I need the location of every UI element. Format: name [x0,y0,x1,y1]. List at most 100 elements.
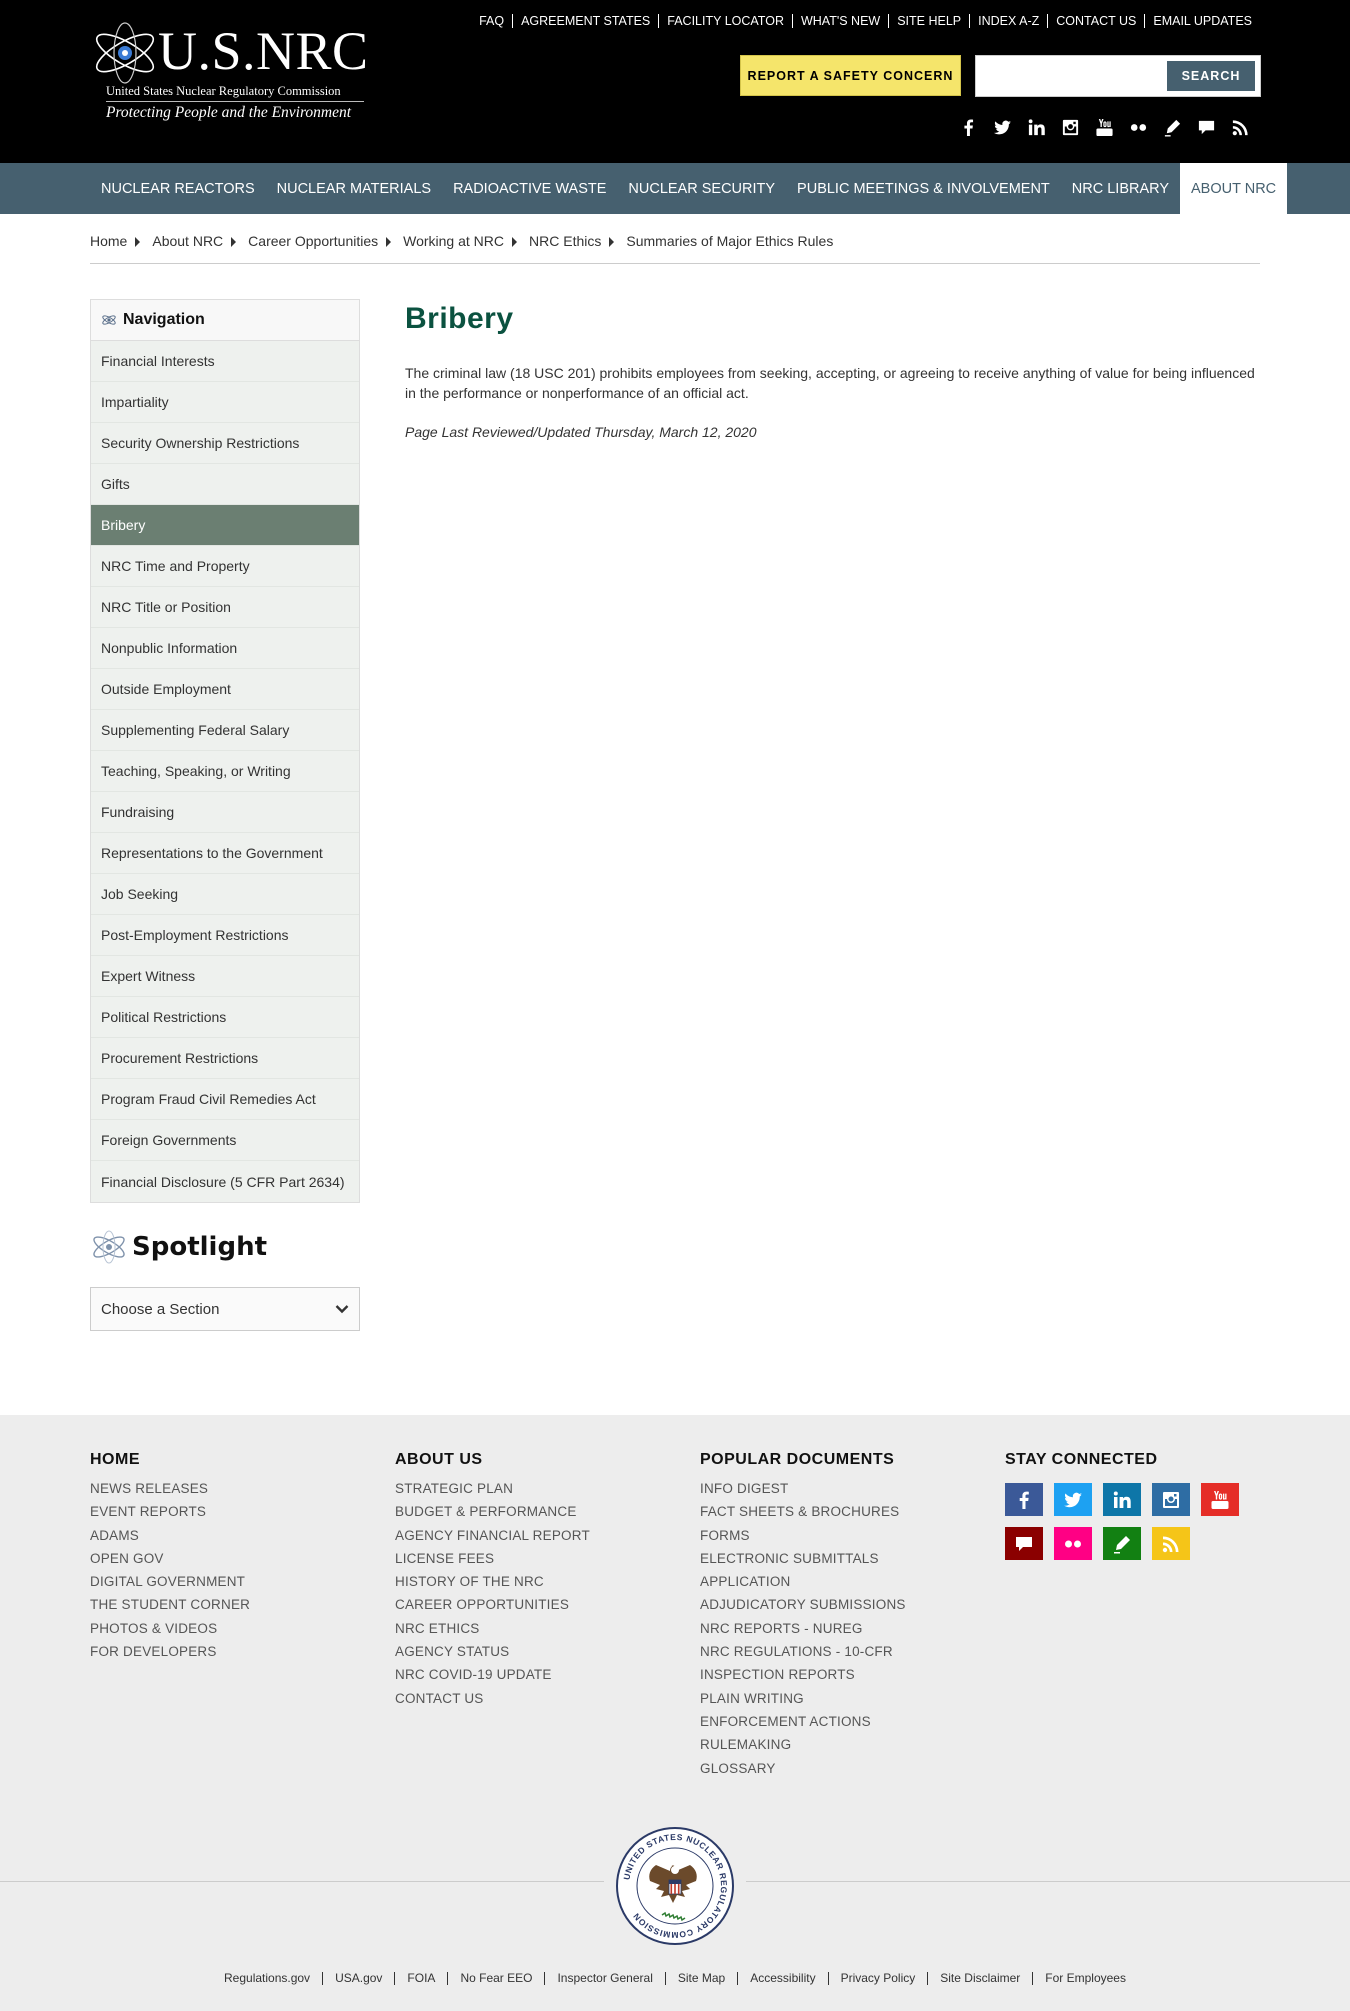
side-nav-item-outside-employment[interactable]: Outside Employment [91,669,359,710]
side-nav-item-representations[interactable]: Representations to the Government [91,833,359,874]
side-nav-item-expert-witness[interactable]: Expert Witness [91,956,359,997]
footer-link[interactable]: INFO DIGEST [700,1477,906,1500]
nav-nuclear-materials[interactable]: NUCLEAR MATERIALS [266,163,442,214]
footer-link[interactable]: FACT SHEETS & BROCHURES [700,1500,906,1523]
footer-link[interactable]: NRC REGULATIONS - 10-CFR [700,1640,906,1663]
footer-link[interactable]: THE STUDENT CORNER [90,1593,250,1616]
footer-link[interactable]: EVENT REPORTS [90,1500,250,1523]
footer-link[interactable]: CAREER OPPORTUNITIES [395,1593,590,1616]
side-nav-item-financial-disclosure[interactable]: Financial Disclosure (5 CFR Part 2634) [91,1161,359,1202]
footer-link[interactable]: LICENSE FEES [395,1547,590,1570]
comment-icon[interactable] [1197,118,1216,137]
blog-pen-icon[interactable] [1163,118,1182,137]
side-nav-item-foreign-governments[interactable]: Foreign Governments [91,1120,359,1161]
utility-link-faq[interactable]: FAQ [471,14,512,28]
nav-about-nrc[interactable]: ABOUT NRC [1180,163,1288,214]
side-nav-item-gifts[interactable]: Gifts [91,464,359,505]
breadcrumb-career-opportunities[interactable]: Career Opportunities [248,233,378,263]
footer-link[interactable]: NRC REPORTS - NUREG [700,1617,906,1640]
instagram-icon[interactable] [1152,1483,1190,1516]
utility-link-site-help[interactable]: SITE HELP [888,14,969,28]
bottom-link-accessibility[interactable]: Accessibility [737,1972,827,1985]
linkedin-icon[interactable] [1027,118,1046,137]
utility-link-index[interactable]: INDEX A-Z [969,14,1047,28]
breadcrumb-about-nrc[interactable]: About NRC [152,233,223,263]
breadcrumb-working-at-nrc[interactable]: Working at NRC [403,233,504,263]
side-nav-item-procurement[interactable]: Procurement Restrictions [91,1038,359,1079]
footer-link[interactable]: FOR DEVELOPERS [90,1640,250,1663]
nav-public-meetings[interactable]: PUBLIC MEETINGS & INVOLVEMENT [786,163,1061,214]
footer-link[interactable]: PLAIN WRITING [700,1687,906,1710]
side-nav-item-financial-interests[interactable]: Financial Interests [91,341,359,382]
utility-link-facility-locator[interactable]: FACILITY LOCATOR [658,14,792,28]
rss-icon[interactable] [1231,118,1250,137]
side-nav-item-impartiality[interactable]: Impartiality [91,382,359,423]
footer-link[interactable]: ADAMS [90,1524,250,1547]
twitter-icon[interactable] [1054,1483,1092,1516]
side-nav-item-time-property[interactable]: NRC Time and Property [91,546,359,587]
footer-link[interactable]: PHOTOS & VIDEOS [90,1617,250,1640]
footer-link[interactable]: BUDGET & PERFORMANCE [395,1500,590,1523]
blog-pen-icon[interactable] [1103,1527,1141,1560]
utility-link-agreement-states[interactable]: AGREEMENT STATES [512,14,658,28]
facebook-icon[interactable] [1005,1483,1043,1516]
side-nav-item-program-fraud[interactable]: Program Fraud Civil Remedies Act [91,1079,359,1120]
footer-link[interactable]: NEWS RELEASES [90,1477,250,1500]
twitter-icon[interactable] [993,118,1012,137]
side-nav-item-job-seeking[interactable]: Job Seeking [91,874,359,915]
flickr-icon[interactable] [1054,1527,1092,1560]
footer-link[interactable]: AGENCY FINANCIAL REPORT [395,1524,590,1547]
footer-link[interactable]: RULEMAKING [700,1733,906,1756]
footer-link[interactable]: ENFORCEMENT ACTIONS [700,1710,906,1733]
nav-nrc-library[interactable]: NRC LIBRARY [1061,163,1180,214]
footer-link[interactable]: STRATEGIC PLAN [395,1477,590,1500]
footer-link[interactable]: HISTORY OF THE NRC [395,1570,590,1593]
side-nav-item-security-ownership[interactable]: Security Ownership Restrictions [91,423,359,464]
breadcrumb-summaries[interactable]: Summaries of Major Ethics Rules [626,233,833,263]
youtube-icon[interactable] [1201,1483,1239,1516]
search-input[interactable] [982,62,1162,90]
footer-link[interactable]: AGENCY STATUS [395,1640,590,1663]
side-nav-item-political[interactable]: Political Restrictions [91,997,359,1038]
utility-link-email-updates[interactable]: EMAIL UPDATES [1144,14,1260,28]
footer-link[interactable]: ADJUDICATORY SUBMISSIONS [700,1593,906,1616]
rss-icon[interactable] [1152,1527,1190,1560]
flickr-icon[interactable] [1129,118,1148,137]
side-nav-item-title-position[interactable]: NRC Title or Position [91,587,359,628]
bottom-link-regulations-gov[interactable]: Regulations.gov [212,1972,322,1985]
nav-nuclear-reactors[interactable]: NUCLEAR REACTORS [90,163,266,214]
bottom-link-foia[interactable]: FOIA [394,1972,447,1985]
footer-link[interactable]: APPLICATION [700,1570,906,1593]
utility-link-contact-us[interactable]: CONTACT US [1047,14,1144,28]
choose-section-select[interactable]: Choose a Section [90,1287,360,1331]
side-nav-item-bribery[interactable]: Bribery [91,505,359,546]
utility-link-whats-new[interactable]: WHAT'S NEW [791,14,888,28]
breadcrumb-nrc-ethics[interactable]: NRC Ethics [529,233,601,263]
side-nav-item-nonpublic-info[interactable]: Nonpublic Information [91,628,359,669]
nav-nuclear-security[interactable]: NUCLEAR SECURITY [617,163,786,214]
report-safety-concern-button[interactable]: REPORT A SAFETY CONCERN [740,55,961,96]
breadcrumb-home[interactable]: Home [90,233,127,263]
footer-link[interactable]: FORMS [700,1524,906,1547]
bottom-link-privacy-policy[interactable]: Privacy Policy [827,1972,928,1985]
search-button[interactable]: SEARCH [1167,61,1255,91]
footer-heading-home[interactable]: HOME [90,1451,250,1477]
bottom-link-site-disclaimer[interactable]: Site Disclaimer [927,1972,1032,1985]
instagram-icon[interactable] [1061,118,1080,137]
footer-link[interactable]: CONTACT US [395,1687,590,1710]
nrc-logo[interactable]: U.S.NRC United States Nuclear Regulatory… [90,18,368,123]
side-nav-item-teaching-speaking[interactable]: Teaching, Speaking, or Writing [91,751,359,792]
side-nav-item-fundraising[interactable]: Fundraising [91,792,359,833]
nav-radioactive-waste[interactable]: RADIOACTIVE WASTE [442,163,617,214]
side-nav-item-supplementing-salary[interactable]: Supplementing Federal Salary [91,710,359,751]
bottom-link-for-employees[interactable]: For Employees [1032,1972,1138,1985]
bottom-link-usa-gov[interactable]: USA.gov [322,1972,394,1985]
bottom-link-no-fear-eeo[interactable]: No Fear EEO [447,1972,544,1985]
linkedin-icon[interactable] [1103,1483,1141,1516]
footer-link[interactable]: ELECTRONIC SUBMITTALS [700,1547,906,1570]
side-nav-item-post-employment[interactable]: Post-Employment Restrictions [91,915,359,956]
footer-heading-about-us[interactable]: ABOUT US [395,1451,590,1477]
footer-link[interactable]: NRC ETHICS [395,1617,590,1640]
footer-link[interactable]: NRC COVID-19 UPDATE [395,1663,590,1686]
youtube-icon[interactable] [1095,118,1114,137]
